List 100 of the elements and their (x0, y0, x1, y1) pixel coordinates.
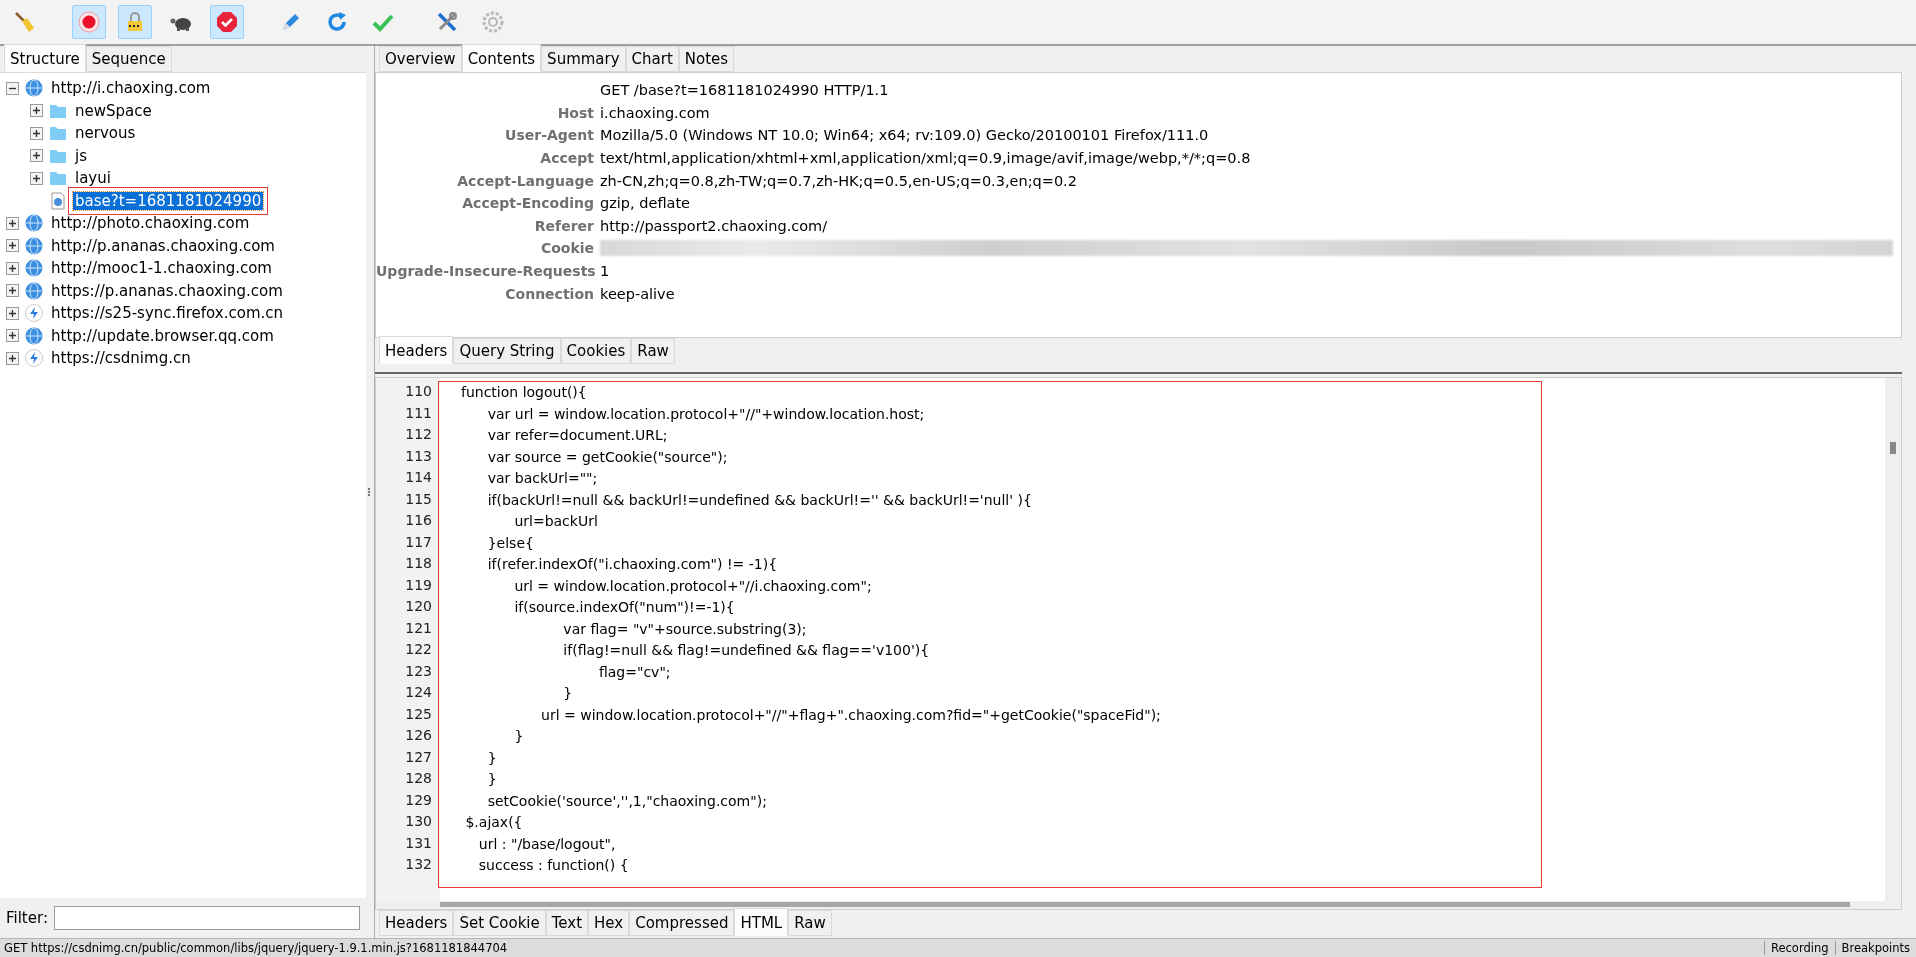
tree-item[interactable]: https://s25-sync.firefox.com.cn (49, 304, 285, 323)
code-line: var refer=document.URL; (486, 426, 669, 445)
line-number: 112 (404, 425, 433, 444)
code-line: url=backUrl (513, 512, 599, 531)
tree-item[interactable]: https://csdnimg.cn (49, 349, 193, 368)
lightning-icon (25, 349, 43, 368)
tab[interactable]: Compressed (629, 910, 735, 936)
tree-item[interactable]: http://update.browser.qq.com (49, 326, 276, 345)
expand-toggle[interactable] (30, 171, 43, 185)
line-number: 121 (404, 618, 433, 638)
record-icon (77, 10, 101, 34)
expand-toggle[interactable] (30, 104, 43, 118)
header-value: http://passport2.chaoxing.com/ (600, 217, 829, 234)
tree-item[interactable]: nervous (73, 124, 138, 143)
line-number: 111 (404, 403, 433, 423)
expand-toggle[interactable] (30, 126, 43, 140)
header-name: Accept-Encoding (461, 195, 594, 212)
code-line: function logout(){ (461, 383, 588, 402)
tab[interactable]: Chart (625, 46, 679, 72)
code-line: } (486, 770, 498, 789)
status-panel: Breakpoints (1834, 941, 1916, 955)
folder-icon (49, 169, 67, 188)
lightning-icon (25, 304, 43, 323)
tab[interactable]: Cookies (560, 338, 632, 364)
tree-item[interactable]: js (73, 146, 89, 165)
filter-field[interactable] (53, 906, 360, 930)
header-name: Accept (539, 150, 594, 167)
globe-icon (25, 326, 43, 345)
tab[interactable]: Notes (678, 46, 735, 72)
horizontal-scrollbar[interactable] (376, 901, 1901, 909)
tree-item[interactable]: http://i.chaoxing.com (49, 79, 213, 98)
tab[interactable]: Summary (541, 46, 626, 72)
code-line: if(backUrl!=null && backUrl!=undefined && backUrl!='' && backUrl!='null' ){ (486, 490, 1033, 510)
settings-icon (481, 10, 505, 34)
line-number: 131 (404, 833, 433, 853)
tab[interactable]: Headers (379, 910, 454, 936)
expand-toggle[interactable] (6, 306, 19, 320)
header-value: text/html,application/xhtml+xml,application/xml;q=0.9,image/avif,image/webp,*/*;q=0.8 (600, 150, 1252, 167)
tab[interactable]: Set Cookie (453, 910, 546, 936)
line-number: 124 (404, 683, 433, 702)
code-line: setCookie('source','',1,"chaoxing.com"); (486, 791, 768, 811)
header-value: 1 (600, 263, 611, 280)
tab[interactable]: Query String (453, 338, 561, 364)
tab[interactable]: HTML (734, 908, 789, 936)
tree-item[interactable]: http://p.ananas.chaoxing.com (49, 236, 277, 255)
expand-toggle[interactable] (6, 329, 19, 343)
tab[interactable]: Structure (4, 44, 86, 72)
header-value: gzip, deflate (600, 195, 692, 212)
globe-icon (25, 259, 43, 278)
tab[interactable]: Raw (631, 338, 675, 364)
splitter-grip[interactable] (368, 488, 372, 496)
line-number: 113 (404, 446, 433, 466)
header-name: Referer (533, 217, 594, 234)
line-number: 122 (404, 640, 433, 659)
line-number: 127 (404, 747, 433, 767)
tab[interactable]: Sequence (85, 46, 172, 72)
collapse-toggle[interactable] (6, 81, 19, 95)
tree-item[interactable]: newSpace (73, 101, 154, 120)
line-number: 132 (404, 855, 433, 874)
line-number: 115 (404, 489, 433, 509)
line-number: 126 (404, 726, 433, 745)
expand-toggle[interactable] (30, 149, 43, 163)
code-line: var source = getCookie("source"); (486, 447, 729, 467)
line-number: 117 (404, 532, 433, 552)
header-value: zh-CN,zh;q=0.8,zh-TW;q=0.7,zh-HK;q=0.5,en-US;q=0.3,en;q=0.2 (600, 172, 1078, 189)
expand-toggle[interactable] (6, 261, 19, 275)
globe-icon (25, 281, 43, 300)
tree-item[interactable]: http://mooc1-1.chaoxing.com (49, 259, 274, 278)
header-name: Accept-Language (456, 172, 594, 189)
tree-item[interactable]: https://p.ananas.chaoxing.com (49, 281, 285, 300)
line-number: 120 (404, 597, 433, 616)
expand-toggle[interactable] (6, 284, 19, 298)
code-line: success : function() { (477, 856, 630, 875)
expand-toggle[interactable] (6, 351, 19, 365)
code-line: url : "/base/logout", (477, 834, 617, 854)
expand-toggle[interactable] (6, 216, 19, 230)
line-number: 130 (404, 812, 433, 831)
vertical-scrollbar[interactable] (1885, 378, 1901, 901)
tab[interactable]: Hex (588, 910, 630, 936)
header-value: i.chaoxing.com (600, 104, 711, 121)
tab[interactable]: Headers (379, 336, 454, 364)
request-line: GET /base?t=1681181024990 HTTP/1.1 (600, 82, 890, 99)
code-line: if(source.indexOf("num")!=-1){ (513, 598, 736, 617)
header-name: Upgrade-Insecure-Requests (376, 263, 594, 280)
line-number: 118 (404, 554, 433, 573)
tab[interactable]: Contents (461, 44, 542, 72)
tree-item[interactable]: http://photo.chaoxing.com (49, 214, 252, 233)
tab[interactable]: Raw (788, 910, 832, 936)
code-line: var flag= "v"+source.substring(3); (562, 619, 808, 639)
expand-toggle[interactable] (6, 239, 19, 253)
code-line: var url = window.location.protocol+"//"+window.location.host; (486, 404, 926, 424)
toolbar-button[interactable] (210, 5, 244, 39)
toolbar-button[interactable] (72, 5, 106, 39)
code-line: } (486, 748, 498, 768)
globe-icon (25, 236, 43, 255)
tree-item[interactable]: layui (73, 169, 113, 188)
tab[interactable]: Text (545, 910, 589, 936)
tab[interactable]: Overview (379, 46, 462, 72)
file-icon (49, 191, 67, 210)
line-number: 129 (404, 790, 433, 810)
